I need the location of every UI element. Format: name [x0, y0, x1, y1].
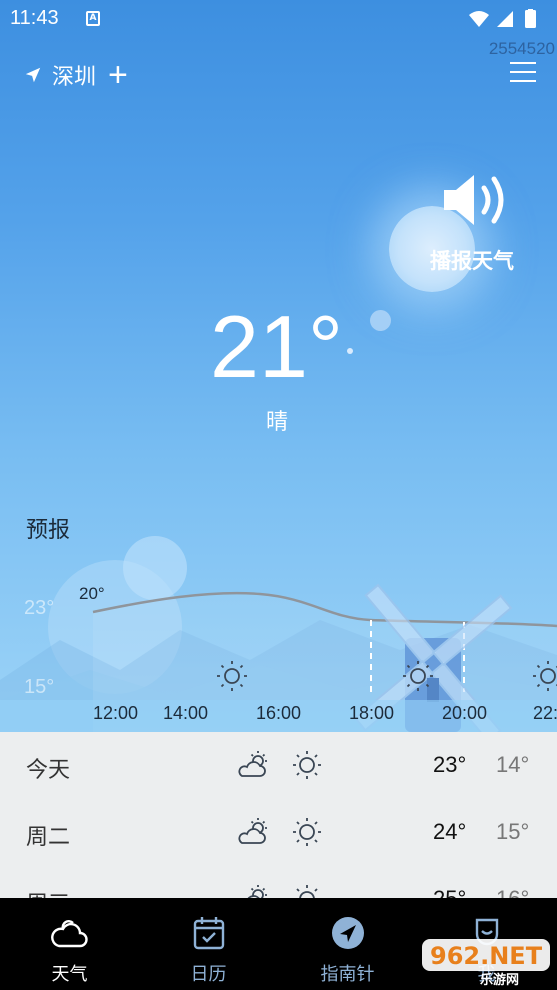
city-name[interactable]: 深圳 [52, 59, 96, 91]
status-time: 11:43 [10, 7, 59, 29]
hour-label: 16:00 [256, 703, 301, 723]
status-icons [469, 9, 536, 28]
nav-label: 指南针 [320, 964, 375, 985]
sun-icon [293, 751, 321, 779]
id-watermark: 2554520 [488, 39, 555, 58]
hour-label: 18:00 [349, 703, 394, 723]
day-high: 24° [433, 819, 467, 844]
current-condition: 晴 [266, 410, 289, 435]
compass-icon [331, 917, 364, 949]
menu-icon[interactable] [510, 62, 536, 82]
list-item[interactable]: 周三 25° 16° [0, 866, 557, 898]
first-temp-label: 20° [79, 584, 105, 603]
daily-forecast-list: 今天 23° 14° 周二 24° 15° [0, 732, 557, 898]
weather-panel: 11:43 A 2554520 深圳 + 播报天气 21° 晴 预报 20° 1… [0, 0, 557, 732]
broadcast-weather-button[interactable]: 播报天气 [430, 245, 514, 275]
location-arrow-icon [25, 67, 41, 83]
sun-dot-decoration [370, 310, 391, 331]
brand-text: 962.NET [430, 942, 543, 970]
sun-dot-small-decoration [347, 348, 353, 354]
hour-label: 12:00 [93, 703, 138, 723]
nav-compass[interactable]: 指南针 [278, 898, 417, 990]
day-name: 周二 [26, 825, 71, 850]
add-city-button[interactable]: + [108, 58, 128, 92]
list-item[interactable]: 今天 23° 14° [0, 732, 557, 799]
day-high: 23° [433, 752, 467, 777]
partly-cloudy-icon [238, 818, 267, 844]
partly-cloudy-icon [247, 885, 267, 898]
notification-icon: A [86, 11, 100, 26]
y-axis-label: 15° [24, 676, 55, 698]
battery-icon [525, 10, 536, 28]
day-name: 周三 [26, 886, 70, 898]
wifi-icon [469, 11, 489, 27]
day-low: 15° [496, 819, 530, 844]
hour-label: 14:00 [163, 703, 208, 723]
brand-sub: 乐游网 [480, 972, 519, 987]
partly-cloudy-icon [238, 751, 267, 777]
hour-label: 22: [533, 703, 557, 723]
location-selector[interactable]: 深圳 + [24, 58, 128, 92]
nav-weather[interactable]: 天气 [0, 898, 139, 990]
hourly-forecast-chart[interactable]: 20° 12:00 14:00 16:00 18:00 20:00 22: [0, 560, 557, 732]
calendar-icon [193, 917, 224, 950]
day-high: 25° [433, 886, 466, 898]
list-item[interactable]: 周二 24° 15° [0, 799, 557, 866]
day-name: 今天 [26, 758, 71, 783]
signal-icon [497, 11, 513, 27]
hour-label: 20:00 [442, 703, 487, 723]
nav-label: 天气 [51, 964, 88, 985]
day-low: 14° [496, 752, 530, 777]
day-low: 16° [496, 886, 529, 898]
nav-label: 日历 [190, 964, 227, 985]
forecast-title: 预报 [26, 518, 71, 543]
brand-watermark-logo: 962.NET 乐游网 [422, 939, 550, 987]
sun-icon [293, 818, 321, 846]
speaker-icon[interactable] [440, 170, 520, 230]
sun-icon [296, 885, 318, 898]
y-axis-label: 23° [24, 597, 55, 619]
status-bar: 11:43 A 2554520 [0, 0, 557, 58]
cloud-icon [50, 920, 88, 948]
nav-calendar[interactable]: 日历 [139, 898, 278, 990]
current-temperature: 21° [210, 297, 344, 396]
